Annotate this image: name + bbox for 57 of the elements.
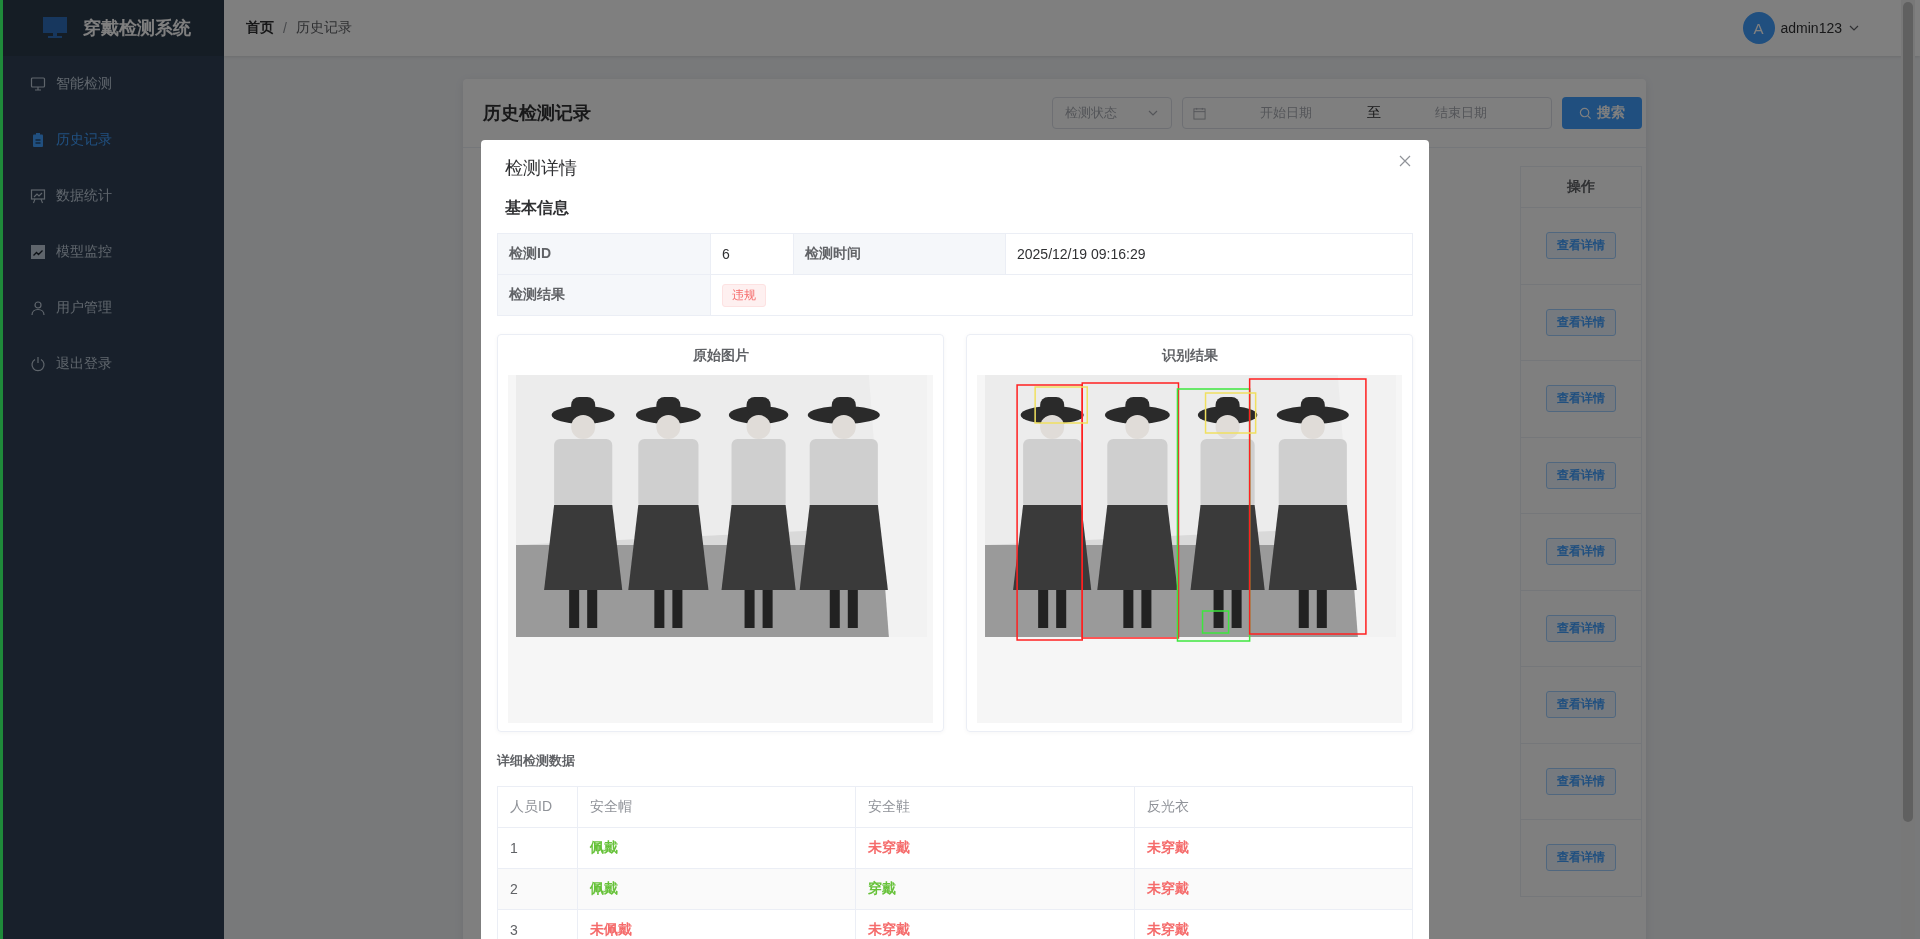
view-details-button[interactable]: 查看详情 xyxy=(1546,844,1616,872)
column-header: 安全鞋 xyxy=(856,787,1135,828)
dialog-title: 检测详情 xyxy=(505,157,577,180)
presentation-chart-icon xyxy=(30,188,46,204)
column-header: 人员ID xyxy=(498,787,578,828)
line-chart-icon xyxy=(30,244,46,260)
breadcrumb-item: 历史记录 xyxy=(295,19,352,37)
nav-item[interactable]: 智能检测 xyxy=(3,56,224,112)
field-label: 检测ID xyxy=(498,234,711,275)
range-separator: 至 xyxy=(1366,104,1381,122)
nav-item[interactable]: 模型监控 xyxy=(3,224,224,280)
nav-item[interactable]: 历史记录 xyxy=(3,112,224,168)
clipboard-icon xyxy=(30,132,46,148)
view-details-button[interactable]: 查看详情 xyxy=(1546,385,1616,413)
field-value: 2025/12/19 09:16:29 xyxy=(1006,234,1412,275)
table-cell: 穿戴 xyxy=(856,869,1135,910)
table-cell: 3 xyxy=(498,910,578,939)
search-button[interactable]: 搜索 xyxy=(1562,97,1642,129)
user-menu[interactable]: A admin123 xyxy=(1742,12,1860,44)
breadcrumb-separator: / xyxy=(283,20,287,36)
table-cell: 未佩戴 xyxy=(578,910,857,939)
avatar: A xyxy=(1742,12,1775,44)
result-tag: 违规 xyxy=(722,283,766,307)
nav-item[interactable]: 数据统计 xyxy=(3,168,224,224)
section-title: 基本信息 xyxy=(504,198,570,218)
search-icon xyxy=(1579,106,1592,120)
close-icon[interactable] xyxy=(1399,155,1411,167)
card-title: 历史检测记录 xyxy=(483,102,591,125)
field-label: 检测结果 xyxy=(498,275,711,316)
power-icon xyxy=(30,356,46,372)
column-header: 操作 xyxy=(1521,167,1641,208)
monitor-icon xyxy=(30,76,46,92)
user-icon xyxy=(30,300,46,316)
view-details-button[interactable]: 查看详情 xyxy=(1546,691,1616,719)
view-details-button[interactable]: 查看详情 xyxy=(1546,308,1616,336)
view-details-button[interactable]: 查看详情 xyxy=(1546,767,1616,795)
table-cell: 未穿戴 xyxy=(1134,910,1413,939)
breadcrumb-item[interactable]: 首页 xyxy=(246,19,274,37)
field-label: 检测时间 xyxy=(794,234,1006,275)
section-title: 详细检测数据 xyxy=(497,752,576,770)
image-title: 识别结果 xyxy=(1160,346,1219,365)
column-header: 反光衣 xyxy=(1134,787,1413,828)
table-cell: 2 xyxy=(498,869,578,910)
view-details-button[interactable]: 查看详情 xyxy=(1546,614,1616,642)
table-cell: 未穿戴 xyxy=(1134,869,1413,910)
image-title: 原始图片 xyxy=(691,346,750,365)
table-cell: 佩戴 xyxy=(578,869,857,910)
column-header: 安全帽 xyxy=(578,787,857,828)
view-details-button[interactable]: 查看详情 xyxy=(1546,232,1616,260)
nav-item[interactable]: 用户管理 xyxy=(3,280,224,336)
calendar-icon xyxy=(1193,106,1206,120)
nav-item[interactable]: 退出登录 xyxy=(3,336,224,392)
view-details-button[interactable]: 查看详情 xyxy=(1546,538,1616,566)
view-details-button[interactable]: 查看详情 xyxy=(1546,461,1616,489)
monitor-icon xyxy=(43,17,67,39)
app-title: 穿戴检测系统 xyxy=(83,17,191,40)
table-cell: 未穿戴 xyxy=(856,910,1135,939)
